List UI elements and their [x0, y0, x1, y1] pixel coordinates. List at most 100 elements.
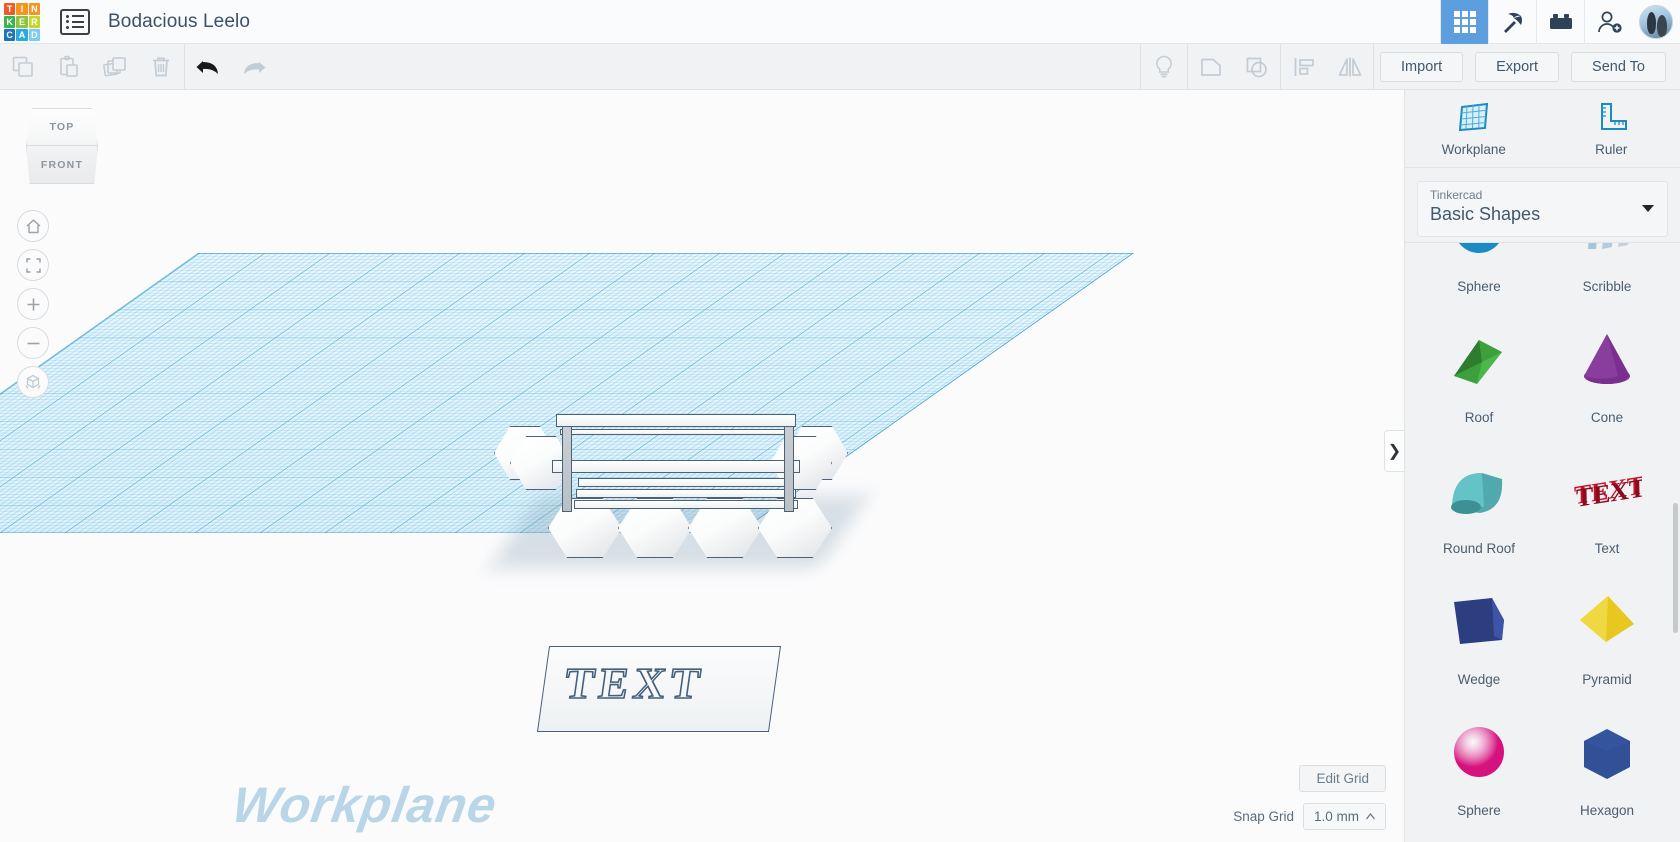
notes-button[interactable] — [1141, 44, 1187, 90]
perspective-toggle-button[interactable] — [17, 366, 49, 398]
panel-collapse-handle[interactable]: ❯ — [1384, 430, 1404, 472]
export-button[interactable]: Export — [1475, 51, 1560, 82]
logo-tile-d: D — [28, 28, 40, 41]
design-list-icon[interactable] — [60, 8, 90, 35]
shape-item-label: Roof — [1464, 410, 1494, 425]
workplane-tool[interactable]: Workplane — [1405, 90, 1543, 167]
view-cube-top-face[interactable]: TOP — [26, 108, 98, 146]
shape-item-scribble[interactable]: Scribble — [1543, 243, 1671, 306]
view-cube-front-face[interactable]: FRONT — [26, 146, 98, 184]
send-to-button[interactable]: Send To — [1571, 51, 1666, 82]
workplane-icon — [1458, 102, 1488, 131]
body-slat — [576, 489, 796, 498]
shape-item-cone[interactable]: Cone — [1543, 306, 1671, 437]
shape-item-sphere[interactable]: Sphere — [1415, 243, 1543, 306]
plus-icon — [27, 298, 39, 310]
frame-bottom — [552, 460, 800, 473]
shapes-list[interactable]: Sphere Scribble Roof Cone Round Roof TEXT TEXT… — [1405, 242, 1680, 842]
shape-item-round-roof[interactable]: Round Roof — [1415, 437, 1543, 568]
shape-item-text[interactable]: TEXT TEXT Text — [1543, 437, 1671, 568]
logo-tile-e: E — [16, 15, 28, 28]
frame-top — [556, 414, 796, 427]
sphere-shape — [1415, 243, 1543, 271]
library-name: Basic Shapes — [1430, 204, 1541, 224]
fit-to-view-button[interactable] — [17, 249, 49, 281]
grid-controls: Edit Grid Snap Grid 1.0 mm — [1233, 765, 1386, 830]
shape-library-select[interactable]: Tinkercad Basic Shapes — [1417, 181, 1668, 237]
shape-item-label: Text — [1594, 541, 1620, 556]
frame-rail — [560, 429, 792, 435]
top-bar: TINKERCAD Bodacious Leelo — [0, 0, 1680, 44]
cone-shape — [1543, 316, 1671, 402]
grid-icon — [1453, 10, 1476, 33]
logo-tile-c: C — [4, 28, 16, 41]
align-button[interactable] — [1281, 44, 1327, 90]
shape-item-pyramid[interactable]: Pyramid — [1543, 568, 1671, 699]
hexagon-shape — [1543, 709, 1671, 795]
duplicate-button[interactable] — [92, 44, 138, 90]
snap-grid-label: Snap Grid — [1233, 809, 1294, 824]
delete-button[interactable] — [138, 44, 184, 90]
lightbulb-icon — [1156, 55, 1172, 77]
round-roof-shape — [1415, 447, 1543, 533]
minus-icon — [27, 342, 39, 344]
undo-button[interactable] — [185, 44, 231, 90]
invite-button[interactable] — [1584, 0, 1632, 44]
editor-canvas[interactable]: Workplane TEXT TOP FRONT Edit Grid Snap … — [0, 90, 1404, 842]
text-plate-label: TEXT — [561, 658, 709, 709]
minecraft-button[interactable] — [1488, 0, 1536, 44]
ruler-tool-label: Ruler — [1595, 141, 1628, 157]
duplicate-icon — [102, 56, 126, 76]
shapes-scrollbar[interactable] — [1673, 503, 1678, 633]
redo-icon — [244, 61, 266, 74]
workplane-tool-label: Workplane — [1441, 141, 1506, 157]
toolbar-divider-5 — [1373, 43, 1375, 90]
perspective-box-icon — [25, 374, 41, 389]
group-button[interactable] — [1188, 44, 1234, 90]
copy-button[interactable] — [0, 44, 46, 90]
shape-item-label: Sphere — [1457, 279, 1501, 294]
paste-button[interactable] — [46, 44, 92, 90]
blocks-button[interactable] — [1536, 0, 1584, 44]
logo-tile-n: N — [28, 2, 40, 15]
shape-item-label: Round Roof — [1442, 541, 1516, 556]
shape-item-label: Hexagon — [1579, 803, 1635, 818]
scribble-shape — [1543, 243, 1671, 271]
edit-grid-button[interactable]: Edit Grid — [1299, 765, 1386, 792]
ruler-tool[interactable]: Ruler — [1543, 90, 1680, 167]
shape-item-hexagon[interactable]: Hexagon — [1543, 699, 1671, 830]
zoom-out-button[interactable] — [17, 327, 49, 359]
ungroup-button[interactable] — [1234, 44, 1280, 90]
workplane-watermark: Workplane — [228, 777, 502, 833]
pyramid-shape — [1543, 578, 1671, 664]
page-title[interactable]: Bodacious Leelo — [108, 11, 250, 33]
fit-view-icon — [25, 257, 41, 273]
redo-button[interactable] — [231, 44, 277, 90]
frame-post-right — [784, 426, 794, 512]
edit-toolbar: Import Export Send To — [0, 43, 1680, 90]
roof-shape — [1415, 316, 1543, 402]
lego-brick-icon — [1549, 13, 1572, 29]
text-shape: TEXT TEXT — [1543, 447, 1671, 533]
chevron-up-icon — [1366, 813, 1375, 820]
home-view-button[interactable] — [17, 210, 49, 242]
avatar[interactable] — [1639, 4, 1673, 39]
top-bar-actions — [1440, 0, 1680, 44]
tinkercad-logo[interactable]: TINKERCAD — [0, 0, 44, 44]
shape-item-wedge[interactable]: Wedge — [1415, 568, 1543, 699]
logo-tile-t: T — [4, 2, 16, 15]
home-icon — [26, 219, 40, 233]
chevron-down-icon — [1642, 205, 1654, 212]
zoom-in-button[interactable] — [17, 288, 49, 320]
shape-item-roof[interactable]: Roof — [1415, 306, 1543, 437]
logo-tile-k: K — [4, 15, 16, 28]
shape-item-label: Sphere — [1457, 803, 1501, 818]
apps-grid-button[interactable] — [1440, 0, 1488, 44]
body-slat — [574, 500, 798, 509]
view-cube[interactable]: TOP FRONT — [22, 108, 102, 190]
model-object[interactable] — [489, 400, 870, 580]
import-button[interactable]: Import — [1380, 51, 1464, 82]
shape-item-sphere[interactable]: Sphere — [1415, 699, 1543, 830]
snap-grid-select[interactable]: 1.0 mm — [1302, 803, 1386, 830]
mirror-button[interactable] — [1327, 44, 1373, 90]
